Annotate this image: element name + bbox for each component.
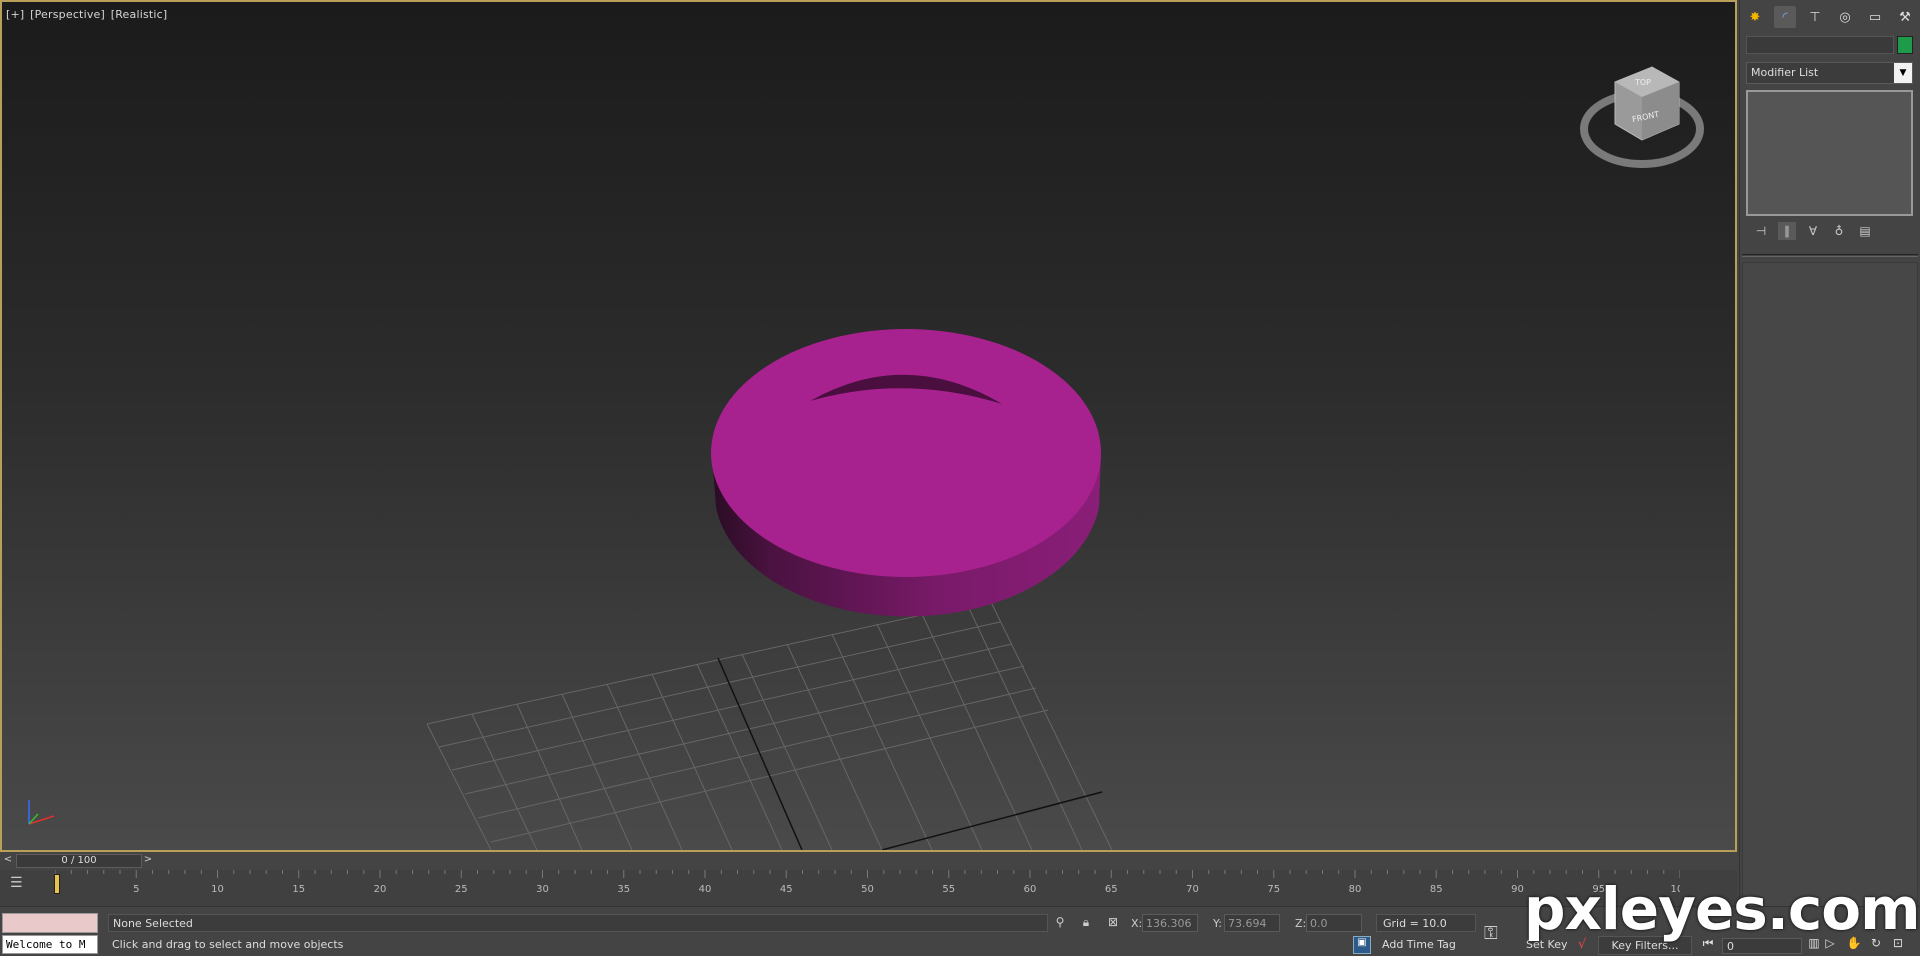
hierarchy-tab-icon[interactable]: ⊤ [1804,6,1826,28]
track-ruler: 5101520253035404550556065707580859095100 [55,870,1680,895]
show-end-result-icon[interactable]: ∥ [1778,222,1796,240]
ruler-tick-label: 35 [617,884,630,895]
grid-size-display: Grid = 10.0 [1376,914,1476,932]
selection-status: None Selected [108,914,1048,932]
ruler-tick-label: 30 [536,884,549,895]
ruler-tick-label: 55 [942,884,955,895]
time-tag-icon[interactable]: ▣ [1353,936,1371,954]
3dsmax-window: [+] [Perspective] [Realistic] TOP FRONT … [0,0,1920,956]
ruler-tick-label: 40 [699,884,712,895]
modifier-list-dropdown[interactable]: Modifier List ▼ [1746,62,1913,84]
ruler-tick-label: 20 [374,884,387,895]
ruler-tick-label: 90 [1511,884,1524,895]
object-color-swatch[interactable] [1897,36,1913,54]
ruler-tick-label: 10 [211,884,224,895]
ruler-tick-label: 80 [1349,884,1362,895]
ruler-tick-label: 25 [455,884,468,895]
time-slider-prev-button[interactable]: < [2,854,14,868]
z-coordinate-field[interactable]: 0.0 [1306,914,1362,932]
track-bar[interactable]: ☰ 5 10 15 20 25 30 35 40 45 50 55 60 65 70 75 80 85 90 95 1… [0,870,1737,906]
ruler-tick-label: 45 [780,884,793,895]
configure-modifier-sets-icon[interactable]: ▤ [1856,222,1874,240]
ruler-tick-label: 15 [292,884,305,895]
axis-tripod-icon [28,800,55,825]
chevron-down-icon[interactable]: ▼ [1894,63,1912,83]
y-coordinate-field[interactable]: 73.694 [1224,914,1280,932]
mini-curve-editor-icon[interactable]: ☰ [10,875,32,895]
make-unique-icon[interactable]: ∀ [1804,222,1822,240]
current-frame-marker[interactable] [54,874,60,894]
x-label: X: [1131,917,1143,930]
remove-modifier-icon[interactable]: ♁ [1830,222,1848,240]
z-label: Z: [1295,917,1307,930]
command-panel-tabs: ✸ ◜ ⊤ ◎ ▭ ⚒ [1744,6,1916,28]
rollout-area[interactable] [1742,262,1918,908]
isolate-selection-icon[interactable]: ⚲ [1052,915,1068,931]
time-slider: < 0 / 100 > [0,852,1737,870]
time-slider-next-button[interactable]: > [142,854,154,868]
perspective-viewport[interactable]: [+] [Perspective] [Realistic] TOP FRONT [0,0,1737,852]
command-panel: ✸ ◜ ⊤ ◎ ▭ ⚒ Modifier List ▼ ⊣ ∥ ∀ ♁ ▤ [1739,0,1920,908]
modify-tab-icon[interactable]: ◜ [1774,6,1796,28]
ruler-tick-label: 50 [861,884,874,895]
maxscript-mini-listener-input[interactable]: Welcome to M [2,935,98,954]
viewcube: TOP FRONT [1580,66,1704,168]
modifier-list-label: Modifier List [1751,66,1819,79]
viewport-scene: TOP FRONT [28,66,1704,850]
object-name-input[interactable] [1746,36,1894,54]
set-key-icon[interactable]: ⚿ [1484,923,1514,945]
watermark-logo: pxleyes.com [1524,875,1920,943]
utilities-tab-icon[interactable]: ⚒ [1894,6,1916,28]
display-tab-icon[interactable]: ▭ [1864,6,1886,28]
add-time-tag-button[interactable]: Add Time Tag [1382,938,1456,951]
ruler-tick-label: 85 [1430,884,1443,895]
motion-tab-icon[interactable]: ◎ [1834,6,1856,28]
tube-object [711,329,1101,617]
ruler-tick-label: 65 [1105,884,1118,895]
time-slider-thumb[interactable]: 0 / 100 [16,854,142,868]
ruler-tick-label: 5 [133,884,139,895]
x-coordinate-field[interactable]: 136.306 [1142,914,1198,932]
pin-stack-icon[interactable]: ⊣ [1752,222,1770,240]
ruler-tick-label: 70 [1186,884,1199,895]
y-label: Y: [1213,917,1222,930]
create-tab-icon[interactable]: ✸ [1744,6,1766,28]
home-grid [426,599,1113,850]
ruler-tick-label: 60 [1024,884,1037,895]
ruler-tick-label: 75 [1267,884,1280,895]
maxscript-mini-listener-output[interactable] [2,913,98,933]
stack-toolbar: ⊣ ∥ ∀ ♁ ▤ [1746,222,1913,242]
absolute-mode-icon[interactable]: ⊠ [1105,915,1121,931]
panel-divider [1742,254,1918,257]
viewcube-top-label: TOP [1634,78,1651,87]
modifier-stack[interactable] [1746,90,1913,216]
prompt-line: Click and drag to select and move object… [112,938,344,951]
grid-axes [717,657,1103,850]
selection-lock-icon[interactable]: 🔒︎ [1078,915,1094,931]
